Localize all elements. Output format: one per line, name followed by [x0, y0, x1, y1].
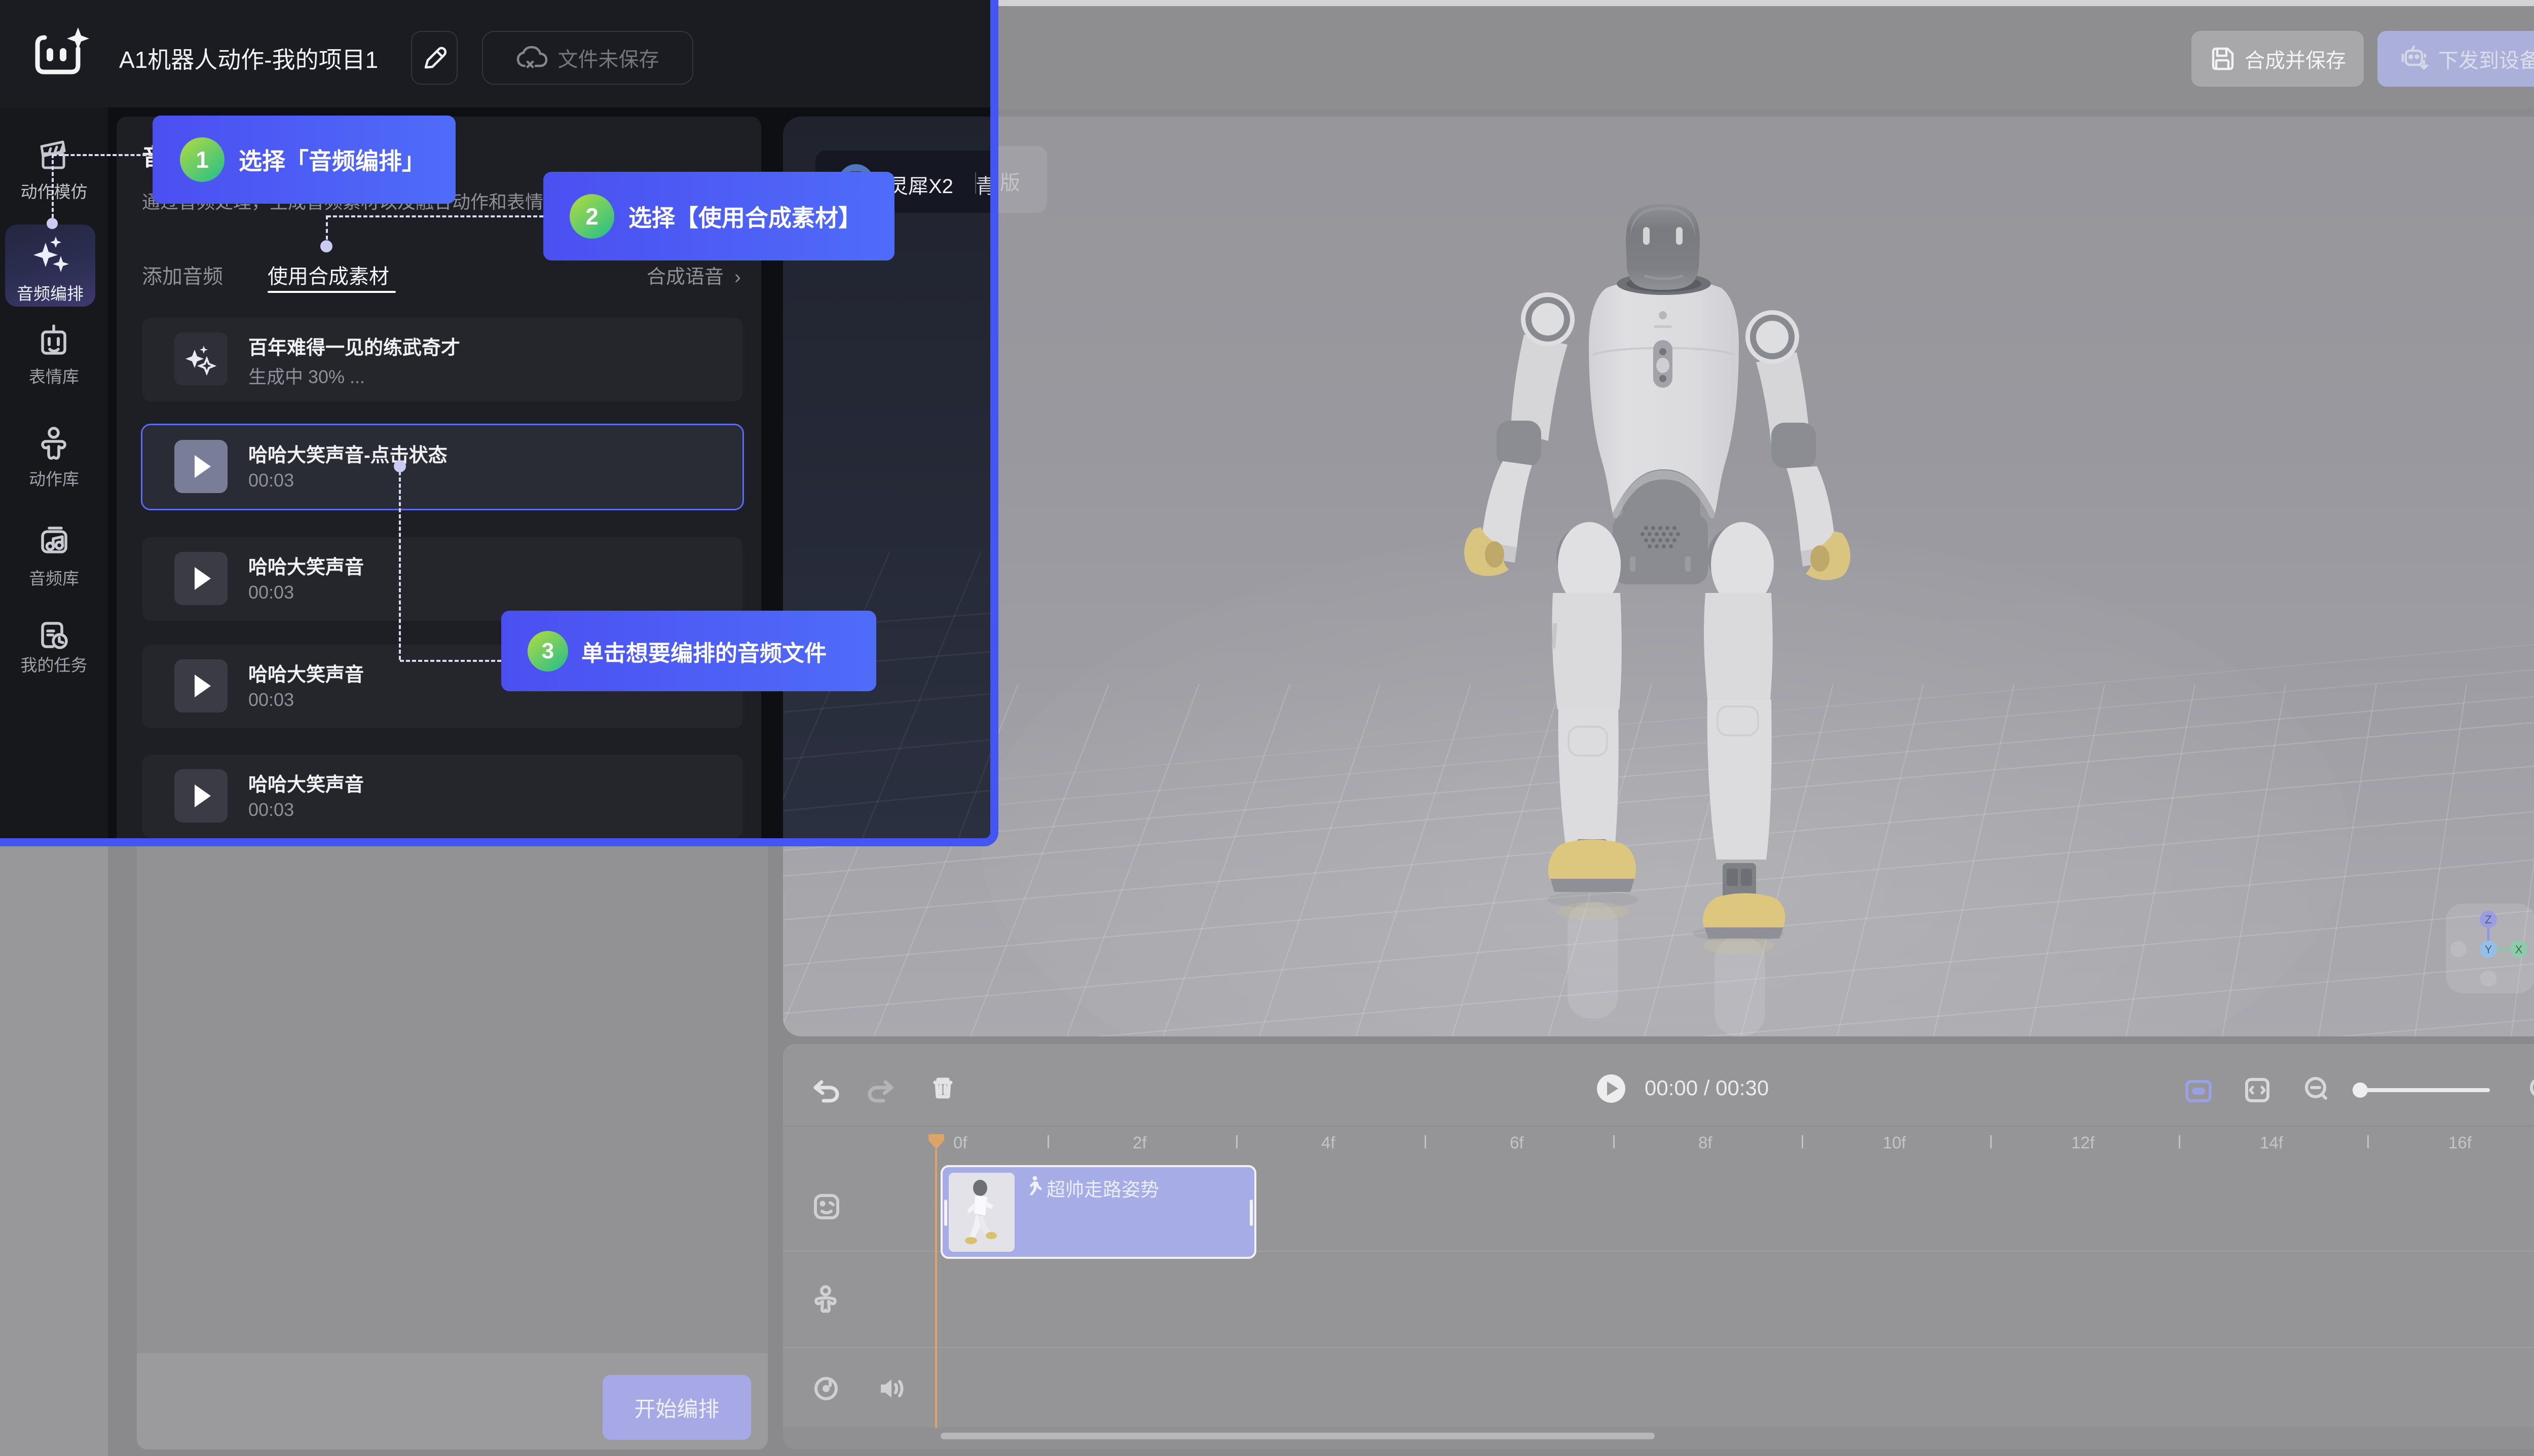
svg-text:Y: Y: [2485, 943, 2492, 956]
svg-text:Z: Z: [2485, 913, 2491, 926]
svg-text:X: X: [2515, 943, 2523, 956]
